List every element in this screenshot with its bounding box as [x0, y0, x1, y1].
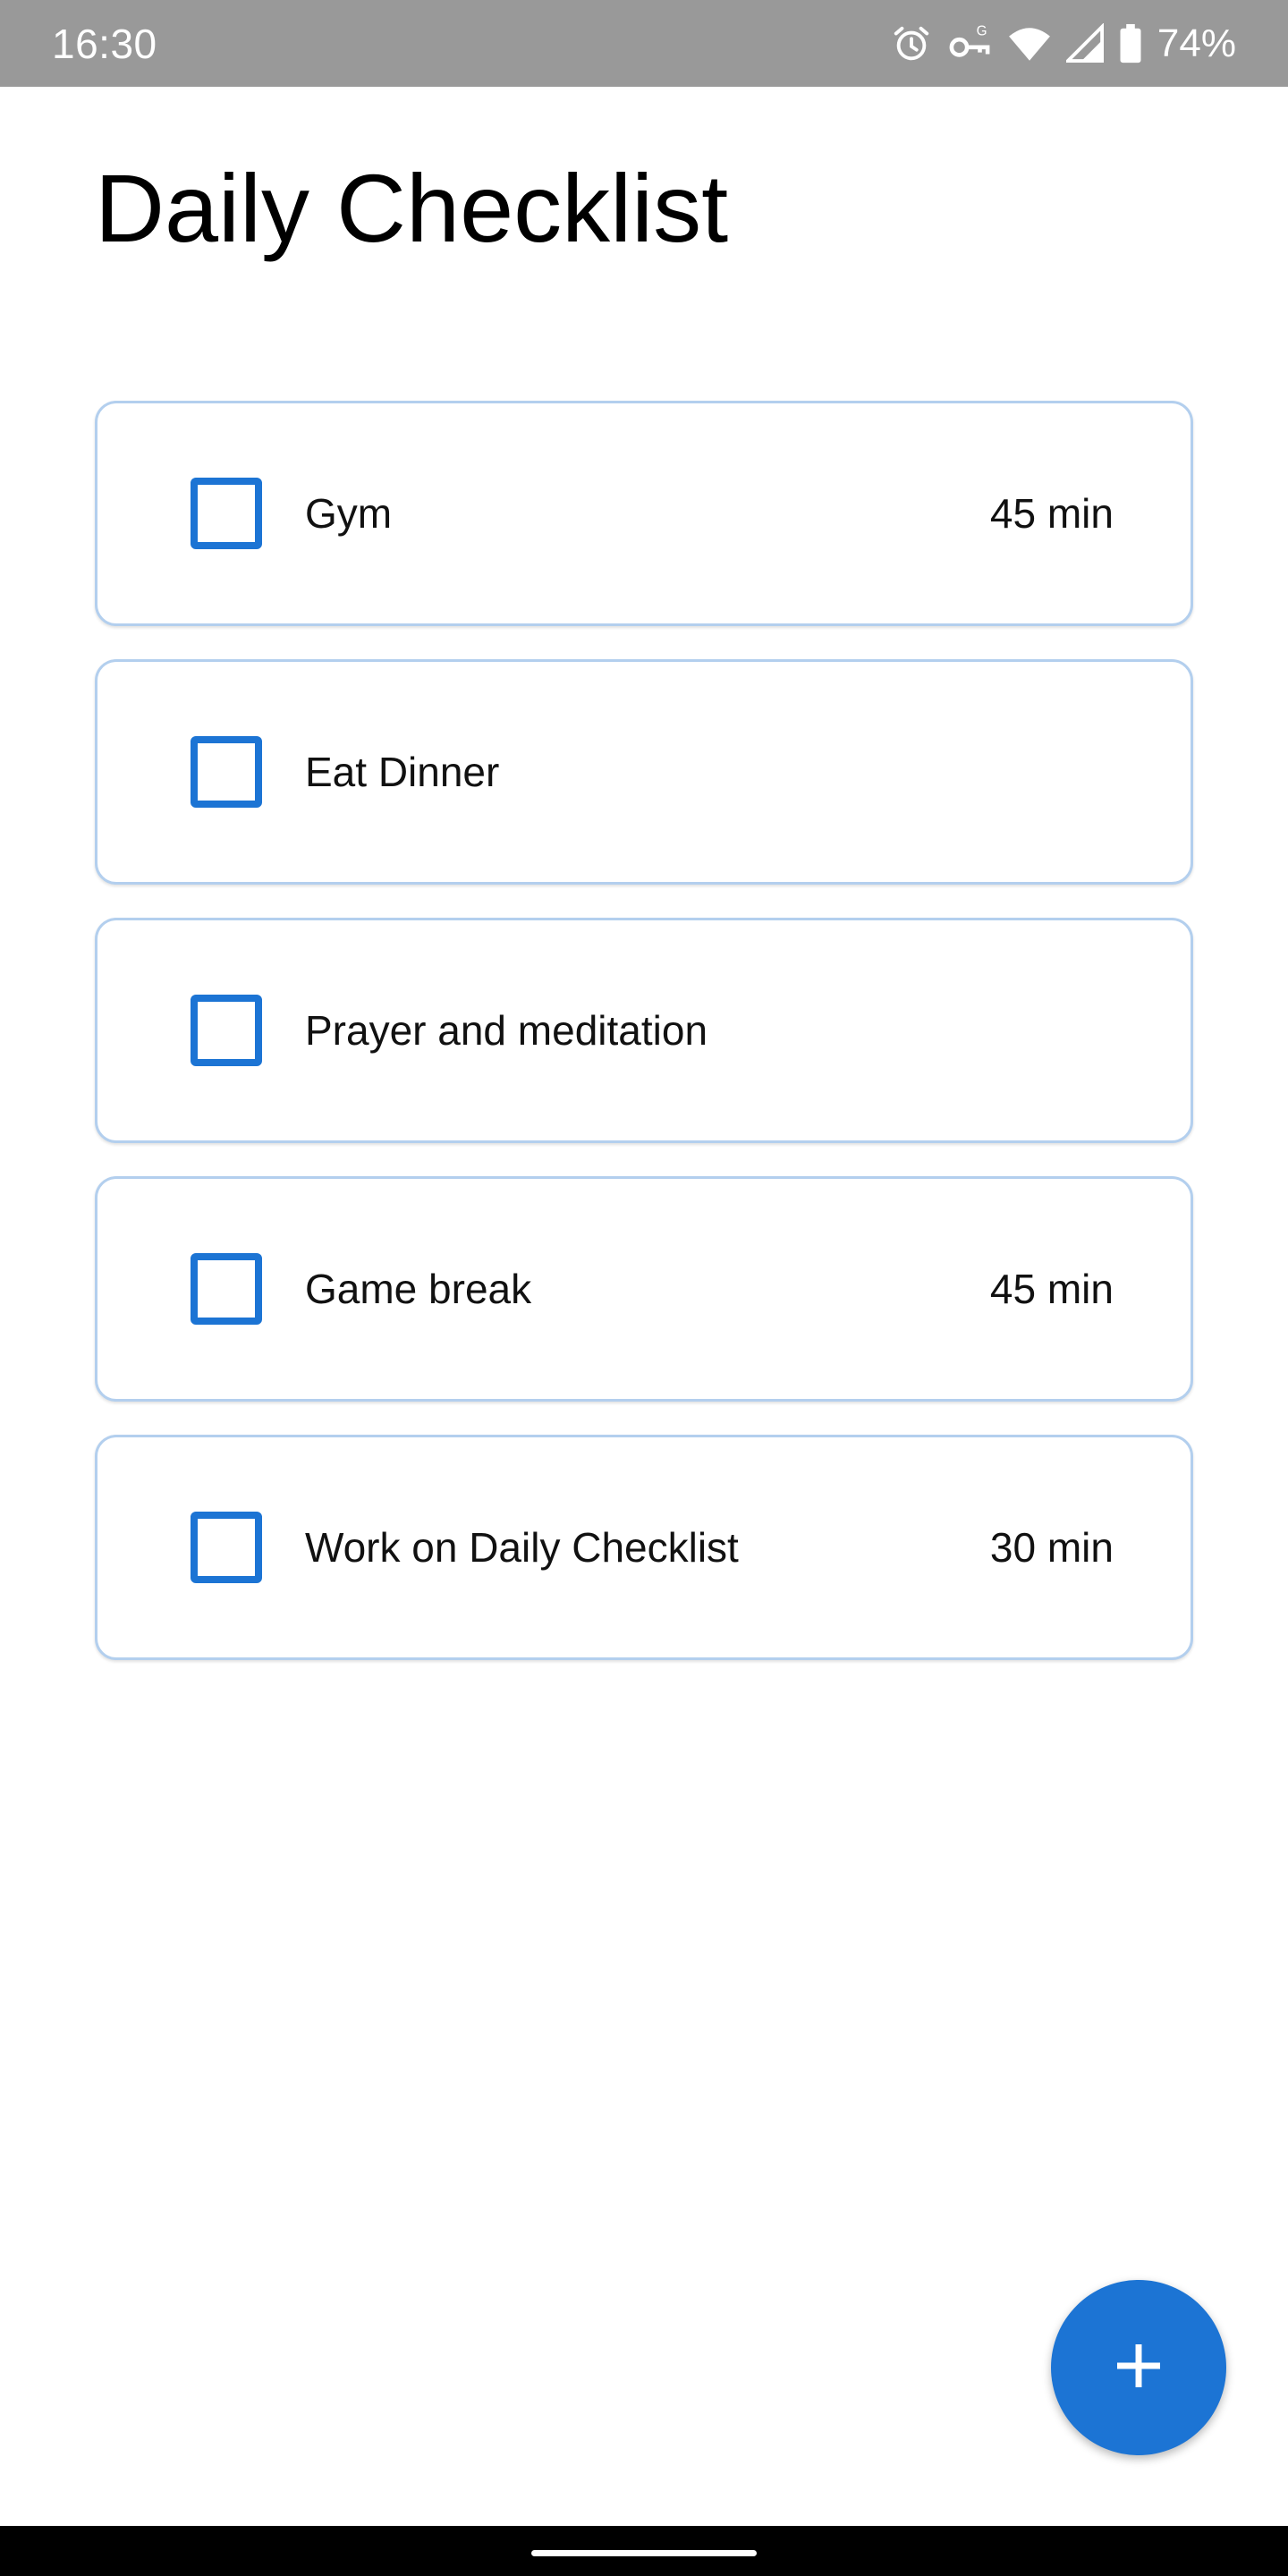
- battery-percent: 74%: [1157, 21, 1236, 65]
- task-name: Prayer and meditation: [305, 1007, 708, 1054]
- task-duration: 45 min: [989, 490, 1114, 537]
- page-title: Daily Checklist: [95, 154, 729, 262]
- status-bar: 16:30 G 74%: [0, 0, 1288, 87]
- app-screen: 16:30 G 74% Daily Checklist Gym 45 min E…: [0, 0, 1288, 2576]
- task-checkbox[interactable]: [191, 736, 262, 808]
- task-item-work-on-daily-checklist[interactable]: Work on Daily Checklist 30 min: [95, 1435, 1193, 1660]
- vpn-key-icon: G: [946, 23, 993, 64]
- svg-text:G: G: [977, 23, 987, 38]
- task-name: Eat Dinner: [305, 749, 500, 795]
- status-icons: G 74%: [891, 21, 1236, 66]
- task-checkbox[interactable]: [191, 478, 262, 549]
- task-duration: 45 min: [989, 1266, 1114, 1312]
- task-list: Gym 45 min Eat Dinner Prayer and meditat…: [95, 401, 1193, 1693]
- status-time: 16:30: [52, 20, 157, 67]
- task-checkbox[interactable]: [191, 995, 262, 1066]
- task-item-gym[interactable]: Gym 45 min: [95, 401, 1193, 626]
- task-duration: 30 min: [989, 1524, 1114, 1571]
- wifi-icon: [1007, 23, 1052, 64]
- task-name: Gym: [305, 490, 393, 537]
- alarm-icon: [891, 23, 932, 64]
- plus-icon: [1110, 2337, 1167, 2399]
- battery-icon: [1118, 23, 1143, 64]
- task-name: Work on Daily Checklist: [305, 1524, 739, 1571]
- task-item-prayer-and-meditation[interactable]: Prayer and meditation: [95, 918, 1193, 1143]
- home-handle[interactable]: [531, 2550, 757, 2556]
- task-name: Game break: [305, 1266, 532, 1312]
- add-task-button[interactable]: [1051, 2280, 1226, 2455]
- task-item-game-break[interactable]: Game break 45 min: [95, 1176, 1193, 1402]
- task-checkbox[interactable]: [191, 1512, 262, 1583]
- task-item-eat-dinner[interactable]: Eat Dinner: [95, 659, 1193, 885]
- signal-icon: [1065, 22, 1104, 64]
- task-checkbox[interactable]: [191, 1253, 262, 1325]
- navigation-bar: [0, 2526, 1288, 2576]
